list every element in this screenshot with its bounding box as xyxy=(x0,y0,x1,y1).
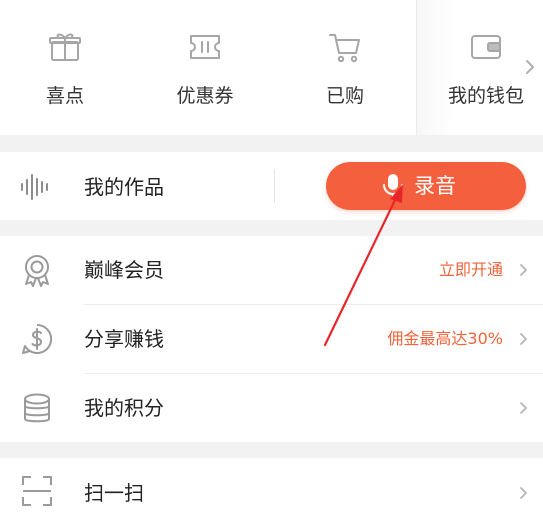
menu-item-scan[interactable]: 扫一扫 xyxy=(0,458,543,521)
scan-icon xyxy=(22,476,52,506)
medal-icon xyxy=(25,255,49,287)
quick-item-purchased[interactable]: 已购 xyxy=(290,0,400,135)
microphone-icon xyxy=(383,174,403,200)
menu-item-label: 巅峰会员 xyxy=(84,258,164,282)
record-button[interactable]: 录音 xyxy=(326,162,526,210)
chevron-right-icon[interactable] xyxy=(523,58,537,76)
menu-item-promo: 佣金最高达30% xyxy=(387,329,503,348)
menu-list: 巅峰会员 立即开通 分享赚钱 佣金最高达30% 我的积分 xyxy=(0,236,543,442)
quick-item-label: 我的钱包 xyxy=(447,85,524,107)
chevron-right-icon xyxy=(520,264,527,276)
coupon-icon xyxy=(190,35,220,59)
quick-item-label: 优惠券 xyxy=(176,85,234,107)
dollar-icon xyxy=(22,323,53,354)
quick-item-coupon[interactable]: 优惠券 xyxy=(150,0,260,135)
quick-item-label: 喜点 xyxy=(45,85,84,107)
gift-icon xyxy=(49,33,81,61)
menu-item-share-earn[interactable]: 分享赚钱 佣金最高达30% xyxy=(0,305,543,373)
record-label: 录音 xyxy=(414,174,456,198)
quick-item-xidian[interactable]: 喜点 xyxy=(10,0,120,135)
menu-item-vip[interactable]: 巅峰会员 立即开通 xyxy=(0,236,543,304)
divider xyxy=(274,169,275,203)
menu-item-label: 我的积分 xyxy=(84,396,164,420)
quick-item-label: 已购 xyxy=(325,85,364,107)
coins-stack-icon xyxy=(24,393,50,423)
menu-item-label: 扫一扫 xyxy=(84,481,144,505)
menu-item-promo: 立即开通 xyxy=(438,260,503,279)
wallet-icon xyxy=(471,35,501,59)
chevron-right-icon xyxy=(520,487,527,499)
cart-icon xyxy=(329,34,360,63)
waveform-icon xyxy=(21,174,48,200)
scan-row: 扫一扫 xyxy=(0,458,543,521)
my-works-row: 我的作品 录音 xyxy=(0,152,543,220)
menu-item-points[interactable]: 我的积分 xyxy=(0,374,543,442)
menu-item-label: 分享赚钱 xyxy=(84,327,164,351)
quick-entry-row: 喜点 优惠券 已购 我的钱包 xyxy=(0,0,543,135)
chevron-right-icon xyxy=(520,333,527,345)
my-works-label[interactable]: 我的作品 xyxy=(84,174,164,200)
chevron-right-icon xyxy=(520,402,527,414)
